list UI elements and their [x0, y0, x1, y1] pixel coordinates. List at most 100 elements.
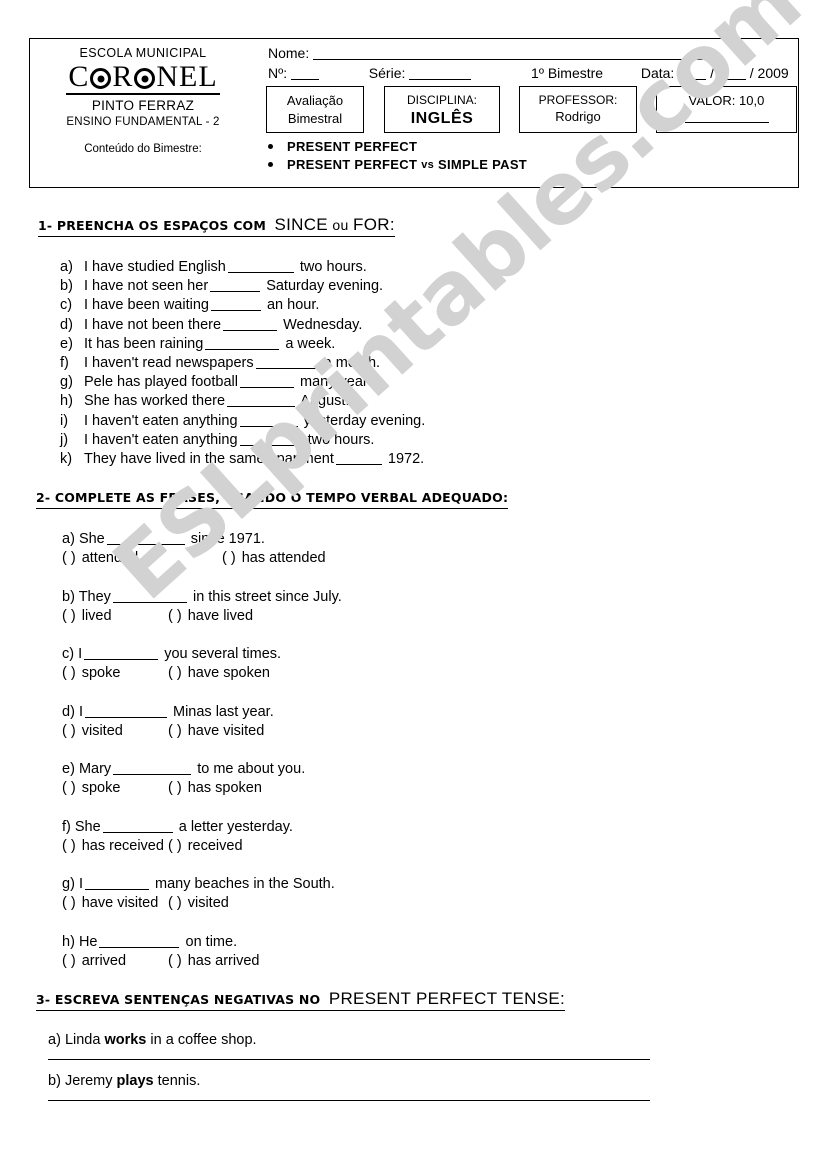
option-label: lived — [81, 607, 112, 624]
answer-blank[interactable] — [239, 444, 302, 446]
answer-blank[interactable] — [255, 368, 318, 370]
checkbox-parentheses[interactable]: ( ) — [62, 837, 76, 855]
question-line: a) She since 1971. — [62, 530, 342, 548]
checkbox-parentheses[interactable]: ( ) — [168, 722, 182, 740]
exercise-1-item: e) It has been raining a week. — [60, 335, 425, 354]
option-choice[interactable]: ( ) have visited — [62, 894, 168, 912]
exercise-3-heading: 3- ESCREVA SENTENÇAS NEGATIVAS NO PRESEN… — [36, 989, 566, 1011]
option-choice[interactable]: ( ) attended — [62, 549, 222, 567]
checkbox-parentheses[interactable]: ( ) — [168, 837, 182, 855]
answer-blank[interactable] — [239, 425, 298, 427]
option-choice[interactable]: ( ) spoke — [62, 664, 168, 682]
exercise-3-items: a) Linda works in a coffee shop. b) Jerem… — [48, 1030, 650, 1112]
checkbox-parentheses[interactable]: ( ) — [62, 894, 76, 912]
nome-label: Nome: — [268, 45, 310, 61]
exercise-3-item: a) Linda works in a coffee shop. — [48, 1030, 650, 1050]
checkbox-parentheses[interactable]: ( ) — [222, 549, 236, 567]
option-choice[interactable]: ( ) have lived — [168, 607, 253, 625]
checkbox-parentheses[interactable]: ( ) — [62, 779, 76, 797]
item-letter: a) — [60, 259, 73, 275]
answer-blank[interactable] — [112, 601, 187, 603]
student-fields-block: Nome: Nº: Série: 1º Bimestre Data: / / 2… — [256, 39, 798, 187]
item-text-after: on time. — [185, 933, 238, 950]
professor-label: PROFESSOR: — [538, 93, 618, 107]
option-choice[interactable]: ( ) lived — [62, 607, 168, 625]
serie-input-line[interactable] — [409, 79, 472, 80]
checkbox-parentheses[interactable]: ( ) — [168, 779, 182, 797]
option-choice[interactable]: ( ) have visited — [168, 722, 264, 740]
option-label: has arrived — [187, 952, 260, 969]
answer-blank[interactable] — [205, 348, 280, 350]
answer-blank[interactable] — [227, 272, 294, 273]
answer-blank[interactable] — [210, 291, 261, 293]
answer-blank[interactable] — [223, 329, 278, 331]
valor-input-line[interactable] — [684, 121, 769, 123]
answer-blank[interactable] — [84, 716, 167, 718]
item-text-before: I haven't eaten anything — [84, 431, 238, 448]
options-row: ( ) has received( ) received — [62, 837, 342, 855]
data-day-input-line[interactable] — [678, 79, 707, 80]
data-label: Data: — [640, 65, 675, 81]
item-text-after: since 1971. — [190, 531, 265, 547]
sentence-verb: plays — [116, 1073, 154, 1089]
option-choice[interactable]: ( ) received — [168, 837, 243, 855]
item-text-before: I have been waiting — [84, 297, 209, 314]
answer-blank[interactable] — [210, 310, 261, 312]
answer-blank[interactable] — [102, 831, 173, 833]
item-text-after: 1972. — [387, 451, 425, 468]
question-line: g) I many beaches in the South. — [62, 875, 342, 893]
bimestre-topics-list: PRESENT PERFECT PRESENT PERFECT vs SIMPL… — [268, 139, 527, 175]
option-choice[interactable]: ( ) has received — [62, 837, 168, 855]
logo-letters-nel: NEL — [156, 60, 218, 93]
item-text-before: I haven't eaten anything — [84, 412, 238, 429]
option-label: has attended — [241, 550, 326, 566]
answer-blank[interactable] — [106, 544, 185, 545]
checkbox-parentheses[interactable]: ( ) — [62, 549, 76, 567]
checkbox-parentheses[interactable]: ( ) — [62, 607, 76, 625]
answer-blank[interactable] — [335, 464, 382, 466]
answer-blank[interactable] — [113, 774, 192, 775]
nome-input-line[interactable] — [313, 59, 714, 60]
item-text-before: They have lived in the same apartment — [84, 451, 334, 468]
answer-blank[interactable] — [84, 659, 159, 660]
numero-input-line[interactable] — [291, 79, 320, 80]
professor-cell: PROFESSOR: Rodrigo — [519, 86, 637, 133]
item-text-before: I have not seen her — [84, 278, 209, 295]
exercise-2-item: e) Mary to me about you.( ) spoke( ) has… — [62, 760, 342, 797]
exercise-1-heading-ou: ou — [332, 217, 349, 233]
answer-write-line[interactable] — [48, 1100, 650, 1101]
option-label: have spoken — [187, 665, 270, 681]
answer-blank[interactable] — [239, 387, 294, 389]
option-choice[interactable]: ( ) has attended — [222, 549, 326, 567]
data-month-input-line[interactable] — [717, 79, 746, 80]
checkbox-parentheses[interactable]: ( ) — [168, 664, 182, 682]
avaliacao-line-2: Bimestral — [287, 110, 343, 126]
checkbox-parentheses[interactable]: ( ) — [62, 722, 76, 740]
answer-blank[interactable] — [84, 889, 149, 890]
topic-label-2c: SIMPLE PAST — [438, 157, 528, 172]
checkbox-parentheses[interactable]: ( ) — [62, 952, 76, 970]
item-text-before: She has worked there — [84, 393, 226, 410]
exercise-2-item: d) I Minas last year.( ) visited( ) have… — [62, 703, 342, 740]
option-choice[interactable]: ( ) spoke — [62, 779, 168, 797]
item-letter: b) — [48, 1073, 61, 1089]
options-row: ( ) arrived( ) has arrived — [62, 952, 342, 970]
item-letter: f) — [62, 818, 71, 835]
item-text-before: Pele has played football — [84, 374, 238, 391]
answer-write-line[interactable] — [48, 1059, 650, 1060]
option-choice[interactable]: ( ) has arrived — [168, 952, 259, 970]
item-text-after: to me about you. — [197, 761, 306, 777]
option-choice[interactable]: ( ) visited — [62, 722, 168, 740]
option-choice[interactable]: ( ) have spoken — [168, 664, 270, 682]
checkbox-parentheses[interactable]: ( ) — [62, 664, 76, 682]
option-choice[interactable]: ( ) visited — [168, 894, 229, 912]
answer-blank[interactable] — [227, 406, 296, 408]
option-choice[interactable]: ( ) arrived — [62, 952, 168, 970]
checkbox-parentheses[interactable]: ( ) — [168, 607, 182, 625]
item-text-after: many beaches in the South. — [155, 876, 335, 892]
answer-blank[interactable] — [99, 946, 180, 948]
checkbox-parentheses[interactable]: ( ) — [168, 952, 182, 970]
option-choice[interactable]: ( ) has spoken — [168, 779, 262, 797]
exercise-1-item: d) I have not been there Wednesday. — [60, 316, 425, 335]
checkbox-parentheses[interactable]: ( ) — [168, 894, 182, 912]
